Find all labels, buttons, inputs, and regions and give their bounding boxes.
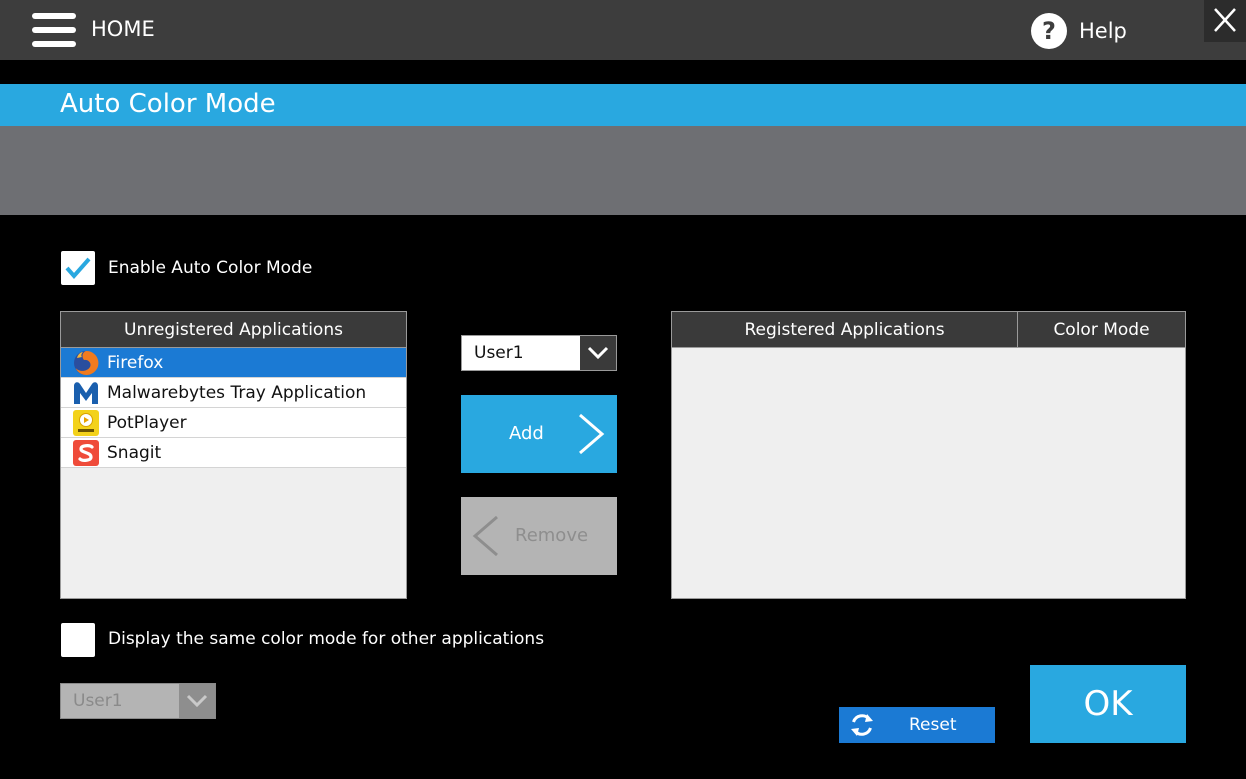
- help-label: Help: [1079, 19, 1127, 43]
- chevron-down-icon: [580, 336, 616, 370]
- home-link[interactable]: HOME: [91, 17, 155, 41]
- unregistered-applications-header: Unregistered Applications: [61, 312, 406, 348]
- close-button[interactable]: [1204, 0, 1246, 42]
- remove-button-label: Remove: [515, 525, 589, 546]
- color-mode-dropdown-value: User1: [462, 336, 580, 370]
- add-button[interactable]: Add: [461, 395, 617, 473]
- unregistered-applications-list: Unregistered Applications Firefox Malwar…: [60, 311, 407, 599]
- same-color-mode-checkbox[interactable]: [61, 623, 95, 657]
- chevron-right-icon: [579, 413, 605, 455]
- description-band: [0, 126, 1246, 215]
- list-item-malwarebytes[interactable]: Malwarebytes Tray Application: [61, 378, 406, 408]
- registered-applications-header: Registered Applications Color Mode: [672, 312, 1185, 348]
- reset-button[interactable]: Reset: [839, 707, 995, 743]
- chevron-left-icon: [472, 515, 498, 557]
- page-title: Auto Color Mode: [60, 89, 276, 119]
- title-bar: Auto Color Mode: [0, 84, 1246, 126]
- color-mode-dropdown[interactable]: User1: [461, 335, 617, 371]
- list-item-potplayer[interactable]: PotPlayer: [61, 408, 406, 438]
- list-item-label: Firefox: [107, 352, 164, 373]
- hamburger-menu-icon[interactable]: [32, 13, 76, 47]
- list-item-label: Malwarebytes Tray Application: [107, 382, 367, 403]
- checkmark-icon: [65, 257, 91, 280]
- close-icon: [1214, 8, 1236, 32]
- help-icon: ?: [1031, 13, 1067, 49]
- potplayer-icon: [72, 409, 100, 437]
- other-applications-mode-value: User1: [61, 684, 179, 718]
- list-item-snagit[interactable]: Snagit: [61, 438, 406, 468]
- same-color-mode-label: Display the same color mode for other ap…: [108, 629, 545, 649]
- snagit-icon: [72, 439, 100, 467]
- add-button-label: Add: [509, 423, 544, 444]
- top-bar: HOME ? Help: [0, 0, 1246, 60]
- reset-button-label: Reset: [909, 715, 957, 735]
- refresh-icon: [851, 714, 873, 736]
- column-header-registered-applications: Registered Applications: [672, 312, 1018, 347]
- other-applications-mode-dropdown[interactable]: User1: [60, 683, 216, 719]
- list-item-label: Snagit: [107, 442, 162, 463]
- malwarebytes-icon: [72, 379, 100, 407]
- firefox-icon: [72, 349, 100, 377]
- remove-button[interactable]: Remove: [461, 497, 617, 575]
- help-button[interactable]: ? Help: [1031, 13, 1127, 49]
- registered-applications-table: Registered Applications Color Mode: [671, 311, 1186, 599]
- ok-button[interactable]: OK: [1030, 665, 1186, 743]
- list-item-label: PotPlayer: [107, 412, 187, 433]
- chevron-down-icon: [179, 684, 215, 718]
- list-item-firefox[interactable]: Firefox: [61, 348, 406, 378]
- enable-auto-color-mode-label: Enable Auto Color Mode: [108, 258, 313, 278]
- column-header-color-mode: Color Mode: [1053, 319, 1150, 340]
- enable-auto-color-mode-checkbox[interactable]: [61, 251, 95, 285]
